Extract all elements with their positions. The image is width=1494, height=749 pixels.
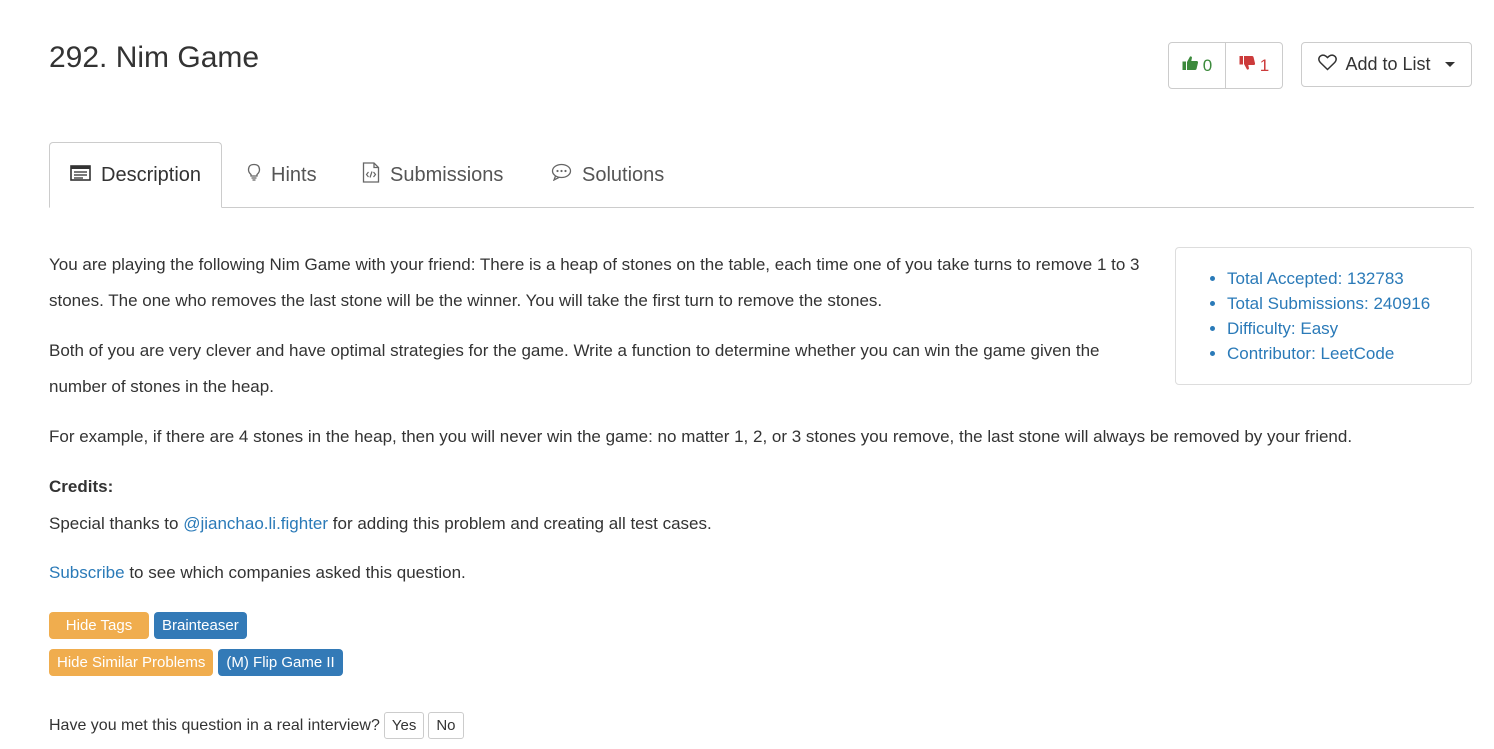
problem-tabs: Description Hints Submissions Solutions xyxy=(49,142,1474,208)
tab-submissions[interactable]: Submissions xyxy=(362,142,503,208)
thumbs-up-icon xyxy=(1182,55,1199,76)
problem-stats-panel: Total Accepted: 132783 Total Submissions… xyxy=(1175,247,1472,385)
upvote-button[interactable]: 0 xyxy=(1169,43,1225,88)
subscribe-paragraph: Subscribe to see which companies asked t… xyxy=(49,555,1469,591)
contributor: Contributor: LeetCode xyxy=(1227,341,1471,366)
no-button[interactable]: No xyxy=(428,712,464,739)
tag-brainteaser[interactable]: Brainteaser xyxy=(154,612,247,639)
total-accepted: Total Accepted: 132783 xyxy=(1227,266,1471,291)
subscribe-link[interactable]: Subscribe xyxy=(49,563,125,582)
description-paragraph: Both of you are very clever and have opt… xyxy=(49,341,1100,396)
tags-row: Hide Tags Brainteaser xyxy=(49,612,247,639)
hide-tags-button[interactable]: Hide Tags xyxy=(49,612,149,639)
page-title: 292. Nim Game xyxy=(49,41,260,74)
interview-question-text: Have you met this question in a real int… xyxy=(49,716,380,734)
credits-prefix: Special thanks to xyxy=(49,514,184,533)
difficulty: Difficulty: Easy xyxy=(1227,316,1471,341)
tab-label: Solutions xyxy=(582,163,665,186)
subscribe-suffix: to see which companies asked this questi… xyxy=(124,563,466,582)
upvote-count: 0 xyxy=(1202,55,1213,75)
tab-label: Hints xyxy=(271,163,317,186)
example-paragraph: For example, if there are 4 stones in th… xyxy=(49,427,1353,446)
contributor-link[interactable]: @jianchao.li.fighter xyxy=(183,514,328,533)
comment-icon xyxy=(551,163,572,187)
credits-paragraph: Special thanks to @jianchao.li.fighter f… xyxy=(49,506,1469,542)
downvote-count: 1 xyxy=(1259,55,1270,75)
downvote-button[interactable]: 1 xyxy=(1225,43,1282,88)
tab-label: Description xyxy=(101,163,202,186)
code-file-icon xyxy=(362,161,380,189)
lightbulb-icon xyxy=(247,163,261,187)
add-to-list-button[interactable]: Add to List xyxy=(1301,42,1472,87)
hide-similar-problems-button[interactable]: Hide Similar Problems xyxy=(49,649,214,676)
interview-question: Have you met this question in a real int… xyxy=(49,712,464,739)
caret-down-icon xyxy=(1444,62,1455,67)
yes-button[interactable]: Yes xyxy=(383,712,425,739)
similar-problems-row: Hide Similar Problems (M) Flip Game II xyxy=(49,649,343,676)
tab-label: Submissions xyxy=(390,163,504,186)
vote-group: 0 1 xyxy=(1168,42,1283,89)
add-to-list-label: Add to List xyxy=(1345,54,1431,74)
description-icon xyxy=(70,164,91,187)
tab-hints[interactable]: Hints xyxy=(247,142,317,208)
total-submissions: Total Submissions: 240916 xyxy=(1227,291,1471,316)
credits-heading: Credits: xyxy=(49,477,114,496)
heart-icon xyxy=(1318,53,1338,76)
tab-solutions[interactable]: Solutions xyxy=(551,142,664,208)
thumbs-down-icon xyxy=(1239,55,1256,76)
credits-suffix: for adding this problem and creating all… xyxy=(328,514,712,533)
tab-description[interactable]: Description xyxy=(49,142,222,208)
similar-problem-flip-game-ii[interactable]: (M) Flip Game II xyxy=(218,649,343,676)
description-paragraph: You are playing the following Nim Game w… xyxy=(49,255,1140,310)
